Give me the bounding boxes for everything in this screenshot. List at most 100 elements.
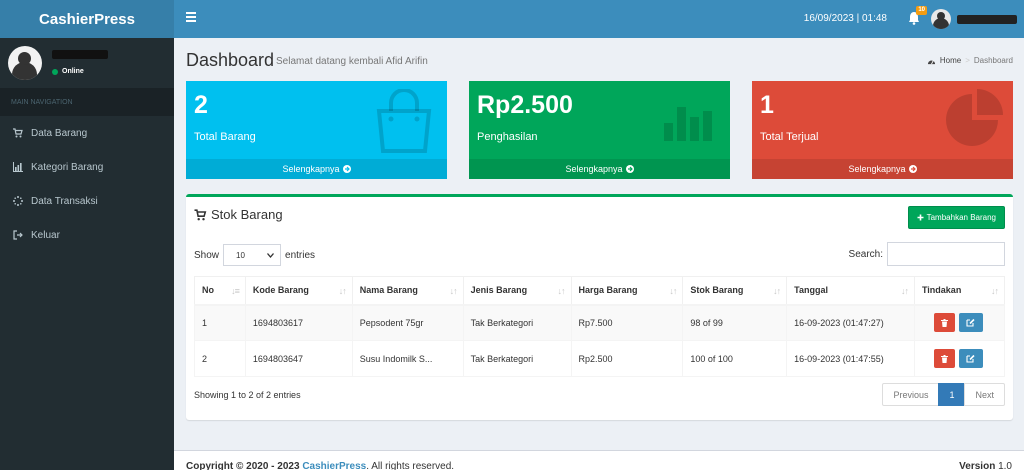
column-header-stok[interactable]: Stok Barang ↓↑ (682, 276, 788, 306)
sidebar-item-keluar[interactable]: Keluar (0, 218, 174, 252)
menu-toggle-icon[interactable] (186, 12, 196, 22)
arrow-circle-right-icon (342, 165, 351, 173)
sort-icon: ↓↑ (991, 286, 999, 296)
column-header-no[interactable]: No ↓≡ (194, 276, 246, 306)
sign-out-icon (13, 230, 23, 240)
cell-nama: Pepsodent 75gr (351, 304, 464, 341)
stock-box: Stok Barang Tambahkan Barang Show 10 ent… (186, 194, 1013, 420)
footer: Copyright © 2020 - 2023 CashierPress. Al… (174, 450, 1024, 470)
search-control: Search: (849, 242, 1005, 266)
table-info: Showing 1 to 2 of 2 entries (194, 390, 301, 400)
pagination: Previous 1 Next (882, 383, 1005, 406)
sidebar-item-kategori-barang[interactable]: Kategori Barang (0, 150, 174, 184)
stock-table: No ↓≡ Kode Barang ↓↑ Nama Barang ↓↑ Jenis B… (194, 276, 1006, 377)
stat-box-penghasilan: Rp2.500 Penghasilan Selengkapnya (469, 81, 730, 179)
breadcrumb: Home > Dashboard (927, 56, 1013, 65)
search-input[interactable] (887, 242, 1005, 266)
sidebar-item-data-barang[interactable]: Data Barang (0, 116, 174, 150)
user-name-redacted (957, 14, 1017, 24)
edit-button[interactable] (958, 313, 983, 333)
column-header-harga[interactable]: Harga Barang ↓↑ (570, 276, 684, 306)
pagination-next[interactable]: Next (964, 383, 1005, 406)
user-menu[interactable] (931, 9, 1017, 29)
stat-value: Rp2.500 (477, 91, 573, 119)
cart-icon (194, 208, 207, 220)
entries-label: entries (285, 249, 316, 261)
delete-button[interactable] (933, 313, 955, 333)
cell-nama: Susu Indomilk S... (351, 340, 464, 377)
sidebar-item-label: Data Transaksi (31, 195, 98, 207)
avatar (8, 46, 42, 80)
page-length-select[interactable]: 10 (223, 244, 282, 266)
add-item-button[interactable]: Tambahkan Barang (907, 206, 1005, 229)
cell-jenis: Tak Berkategori (462, 304, 572, 341)
stat-value: 2 (194, 91, 208, 119)
cell-stok: 98 of 99 (682, 304, 788, 341)
status-dot-icon (52, 68, 58, 75)
show-label: Show (194, 249, 220, 261)
sort-asc-icon: ↓≡ (231, 286, 240, 296)
sidebar-item-data-transaksi[interactable]: Data Transaksi (0, 184, 174, 218)
page-title: Dashboard (186, 50, 275, 70)
column-header-jenis[interactable]: Jenis Barang ↓↑ (462, 276, 572, 306)
sort-icon: ↓↑ (557, 286, 566, 296)
sort-icon: ↓↑ (773, 286, 781, 296)
dashboard-icon (927, 59, 935, 64)
column-header-kode[interactable]: Kode Barang ↓↑ (244, 276, 353, 306)
column-header-nama[interactable]: Nama Barang ↓↑ (351, 276, 464, 306)
nav-header: MAIN NAVIGATION (0, 88, 174, 116)
page-subtitle: Selamat datang kembali Afid Arifin (276, 56, 428, 67)
pagination-page[interactable]: 1 (938, 383, 966, 406)
cell-no: 1 (194, 304, 246, 341)
stat-box-total-terjual: 1 Total Terjual Selengkapnya (752, 81, 1013, 179)
plus-icon (917, 214, 924, 221)
sort-icon: ↓↑ (669, 286, 677, 296)
cell-tanggal: 16-09-2023 (01:47:55) (786, 340, 915, 377)
top-navbar: 16/09/2023 | 01:48 10 (174, 0, 1024, 38)
sort-icon: ↓↑ (900, 286, 909, 296)
cell-kode: 1694803617 (244, 304, 353, 341)
cell-jenis: Tak Berkategori (462, 340, 572, 377)
stat-more-link[interactable]: Selengkapnya (469, 159, 730, 179)
footer-copyright: Copyright © 2020 - 2023 CashierPress. Al… (186, 461, 455, 470)
breadcrumb-home[interactable]: Home (940, 56, 961, 65)
cell-tanggal: 16-09-2023 (01:47:27) (786, 304, 915, 341)
user-name-redacted (52, 50, 108, 59)
edit-button[interactable] (958, 349, 983, 368)
column-header-tanggal[interactable]: Tanggal ↓↑ (786, 276, 915, 306)
stat-box-total-barang: 2 Total Barang Selengkapnya (186, 81, 447, 179)
app-logo[interactable]: CashierPress (0, 0, 174, 38)
cell-harga: Rp2.500 (570, 340, 684, 377)
pagination-previous[interactable]: Previous (882, 383, 940, 406)
arrow-circle-right-icon (908, 165, 917, 173)
cell-actions (913, 340, 1006, 377)
stat-value: 1 (760, 91, 774, 119)
stat-more-link[interactable]: Selengkapnya (186, 159, 447, 179)
footer-brand-link[interactable]: CashierPress (302, 461, 366, 470)
sidebar-item-label: Kategori Barang (31, 161, 104, 173)
search-label: Search: (848, 248, 883, 260)
trash-icon (940, 318, 948, 327)
breadcrumb-separator: > (965, 56, 970, 65)
delete-button[interactable] (933, 349, 955, 368)
edit-icon (966, 319, 976, 327)
cell-actions (913, 304, 1006, 341)
stat-label: Total Barang (194, 131, 256, 143)
sidebar-item-label: Data Barang (31, 127, 88, 139)
table-row: 2 1694803647 Susu Indomilk S... Tak Berk… (194, 340, 1006, 377)
cell-no: 2 (194, 340, 246, 377)
sidebar: Online MAIN NAVIGATION Data Barang Kateg… (0, 38, 174, 470)
cart-icon (13, 128, 23, 138)
spinner-icon (13, 196, 23, 206)
cell-harga: Rp7.500 (570, 304, 684, 341)
stat-more-link[interactable]: Selengkapnya (752, 159, 1013, 179)
column-header-tindakan[interactable]: Tindakan ↓↑ (913, 276, 1006, 306)
stat-label: Penghasilan (477, 131, 538, 143)
box-title: Stok Barang (194, 207, 283, 222)
breadcrumb-current: Dashboard (973, 56, 1013, 65)
stat-label: Total Terjual (760, 131, 819, 143)
avatar (931, 9, 951, 29)
pie-chart-icon (946, 89, 1003, 146)
footer-version: Version 1.0 (959, 461, 1012, 470)
table-row: 1 1694803617 Pepsodent 75gr Tak Berkateg… (194, 304, 1006, 341)
